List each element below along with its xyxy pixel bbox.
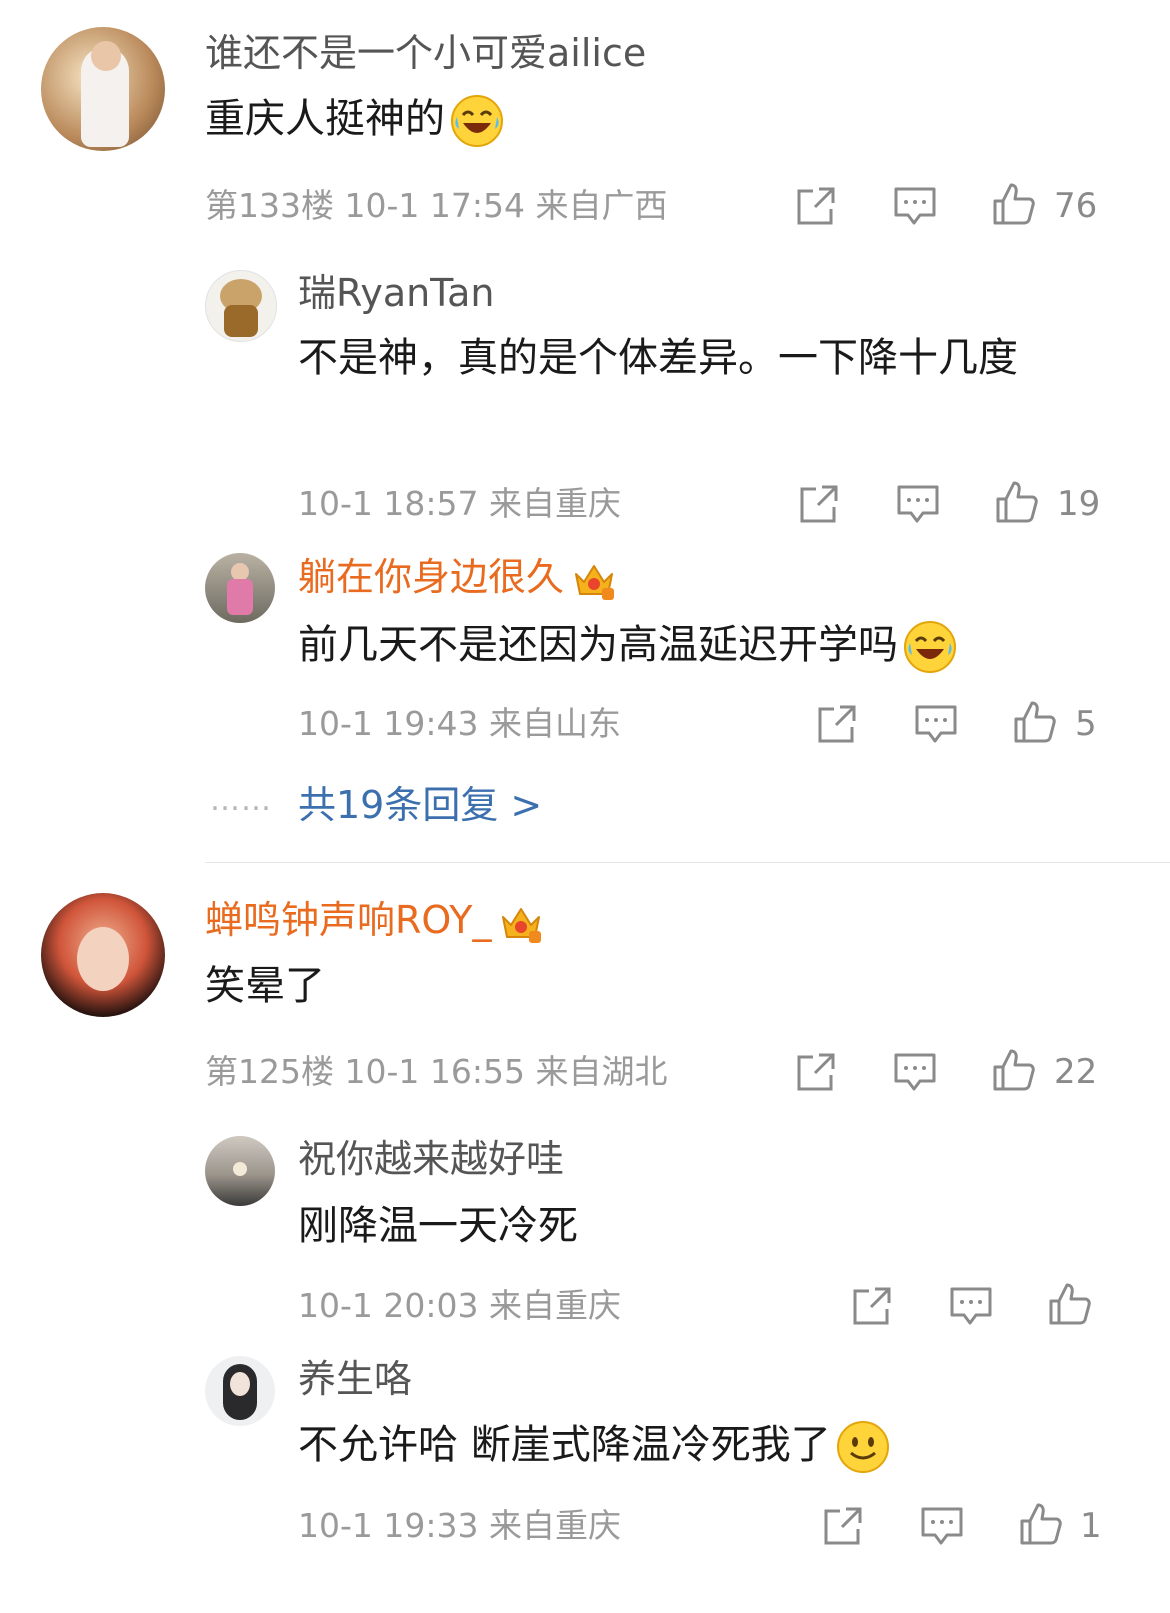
like-icon[interactable] (991, 181, 1037, 227)
reply-meta: 10-1 18:57 来自重庆 (298, 484, 621, 523)
avatar[interactable] (41, 893, 165, 1017)
comment-divider (205, 862, 1170, 863)
like-count: 76 (1054, 186, 1098, 226)
more-replies-link[interactable]: 共19条回复 > (298, 780, 542, 830)
comment-content: 笑晕了 (205, 963, 325, 1009)
like-count: 22 (1054, 1052, 1098, 1092)
reply-content: 刚降温一天冷死 (298, 1203, 578, 1249)
comment-icon[interactable] (948, 1283, 994, 1329)
comment-text: 重庆人挺神的 (205, 96, 445, 142)
comment-icon[interactable] (919, 1503, 965, 1549)
comment-username[interactable]: 谁还不是一个小可爱ailice (205, 28, 646, 78)
comment-meta: 第125楼 10-1 16:55 来自湖北 (205, 1052, 668, 1091)
avatar[interactable] (205, 553, 275, 623)
reply-username[interactable]: 祝你越来越好哇 (298, 1134, 564, 1184)
reply-meta: 10-1 19:33 来自重庆 (298, 1506, 621, 1545)
like-icon[interactable] (1018, 1501, 1064, 1547)
like-count: 19 (1057, 484, 1101, 524)
share-icon[interactable] (793, 1049, 839, 1095)
comment-icon[interactable] (892, 183, 938, 229)
comment-meta: 第133楼 10-1 17:54 来自广西 (205, 186, 668, 225)
share-icon[interactable] (814, 701, 860, 747)
like-icon[interactable] (991, 1047, 1037, 1093)
laugh-cry-emoji-icon (449, 93, 505, 149)
avatar[interactable] (41, 27, 165, 151)
more-replies-dots: …… (210, 783, 272, 818)
comment-icon[interactable] (895, 481, 941, 527)
like-count: 5 (1075, 704, 1097, 744)
like-count: 1 (1080, 1506, 1102, 1546)
reply-username-text[interactable]: 躺在你身边很久 (298, 555, 564, 599)
like-icon[interactable] (1012, 699, 1058, 745)
comment-content: 重庆人挺神的 (205, 88, 1105, 150)
share-icon[interactable] (849, 1283, 895, 1329)
reply-text: 不允许哈 断崖式降温冷死我了 (298, 1422, 831, 1468)
reply-username[interactable]: 养生咯 (298, 1354, 412, 1404)
reply-meta: 10-1 20:03 来自重庆 (298, 1286, 621, 1325)
comment-icon[interactable] (913, 701, 959, 747)
like-icon[interactable] (994, 479, 1040, 525)
comment-icon[interactable] (892, 1049, 938, 1095)
avatar[interactable] (205, 1136, 275, 1206)
reply-meta: 10-1 19:43 来自山东 (298, 704, 621, 743)
comment-username[interactable]: 蝉鸣钟声响ROY_ (205, 895, 543, 945)
comment-username-text[interactable]: 蝉鸣钟声响ROY_ (205, 898, 491, 942)
vip-crown-icon (499, 901, 543, 945)
reply-username[interactable]: 躺在你身边很久 (298, 552, 616, 602)
share-icon[interactable] (796, 481, 842, 527)
reply-content: 不允许哈 断崖式降温冷死我了 (298, 1414, 1118, 1476)
reply-username[interactable]: 瑞RyanTan (298, 268, 494, 318)
avatar[interactable] (205, 1356, 275, 1426)
share-icon[interactable] (793, 183, 839, 229)
reply-text: 前几天不是还因为高温延迟开学吗 (298, 622, 898, 668)
vip-crown-icon (572, 558, 616, 602)
smile-emoji-icon (835, 1419, 891, 1475)
share-icon[interactable] (820, 1503, 866, 1549)
reply-content: 不是神，真的是个体差异。一下降十几度 (298, 335, 1018, 381)
like-icon[interactable] (1047, 1281, 1093, 1327)
reply-content: 前几天不是还因为高温延迟开学吗 (298, 614, 1098, 676)
avatar[interactable] (205, 270, 277, 342)
laugh-cry-emoji-icon (902, 619, 958, 675)
